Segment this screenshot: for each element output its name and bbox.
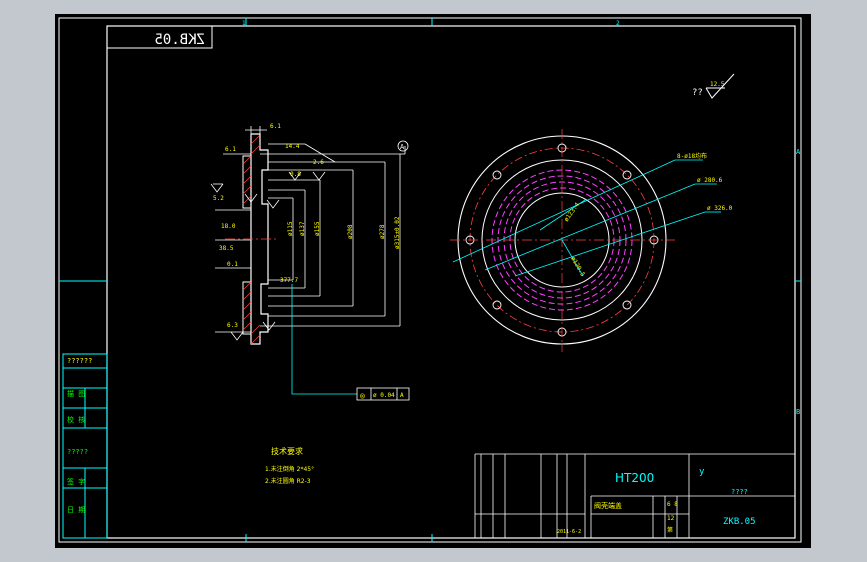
dim-dia2: ø137 — [299, 221, 306, 236]
dim-d6: 18.0 — [221, 223, 236, 230]
engineering-drawing: 1 2 A B ZKB.05 ?????? 描 图 校 核 ????? 签 字 … — [58, 17, 802, 543]
material-field: HT200 — [615, 471, 654, 485]
datum-marker: A — [400, 143, 405, 151]
tech-req-item-2: 2.未注圆角 R2-3 — [265, 477, 311, 485]
sheet-label: 第 — [667, 526, 673, 534]
left-label-0: ?????? — [67, 357, 92, 365]
zone-number-2: 2 — [616, 20, 620, 27]
tolerance-value: ø 0.04 — [373, 392, 395, 399]
plan-view: 8-ø18均布 ø 280.6 ø 326.0 ø123.4 ø120.5 — [450, 129, 733, 352]
dim-d1: 6.1 — [225, 146, 236, 153]
callout-a: ø 280.6 — [697, 177, 723, 184]
tech-req-heading: 技术要求 — [271, 446, 303, 456]
section-view: ø115 ø137 ø155 ø208 ø278 ø315±0.02 6.1 6… — [210, 123, 410, 401]
roughness-placeholder: ?? — [692, 88, 703, 98]
tolerance-datum: A — [400, 392, 404, 399]
date-field: 2011-6-2 — [557, 529, 581, 535]
inner-dim-b: ø120.5 — [569, 256, 586, 279]
zone-number-1: 1 — [242, 20, 246, 27]
y-label: y — [699, 467, 705, 477]
dim-dia4: ø208 — [347, 224, 354, 239]
dim-d3: 2.6 — [313, 159, 324, 166]
drawing-number: ZKB.05 — [723, 517, 756, 527]
dim-d7: 38.5 — [219, 245, 234, 252]
mirrored-drawing-number: ZKB.05 — [154, 32, 205, 48]
dim-d5: 5.2 — [213, 195, 224, 202]
dim-d10: 6.3 — [227, 322, 238, 329]
callout-circle: 8-ø18均布 — [677, 152, 707, 160]
outer-border — [58, 17, 802, 543]
dim-dia6: ø315±0.02 — [394, 216, 401, 249]
zone-letter-a: A — [796, 148, 801, 156]
part-name: 阀壳端盖 — [594, 501, 622, 510]
callout-b: ø 326.0 — [707, 205, 733, 212]
dim-d8: 0.1 — [227, 261, 238, 268]
dim-dia1: ø115 — [287, 221, 294, 236]
inner-dim-a: ø123.4 — [563, 201, 581, 223]
tolerance-symbol: ◎ — [360, 391, 365, 400]
dim-d2: 14.4 — [285, 143, 300, 150]
left-label-1: 描 图 — [67, 389, 85, 398]
scale-digits: 6 8 — [667, 501, 678, 508]
dim-dia3: ø155 — [314, 221, 321, 236]
inner-border — [106, 25, 796, 539]
zone-ticks — [59, 18, 801, 542]
dim-d9: 377.7 — [280, 277, 298, 284]
tech-req-item-1: 1.未注倒角 2*45° — [265, 465, 314, 473]
left-label-3: ????? — [67, 448, 88, 456]
zone-letter-b: B — [796, 408, 800, 416]
left-label-4: 签 字 — [67, 477, 85, 486]
sheet-total: 12 — [667, 515, 675, 522]
dim-dia5: ø278 — [379, 224, 386, 239]
dim-d0: 6.1 — [270, 123, 281, 130]
left-label-2: 校 核 — [67, 415, 85, 424]
company-placeholder: ???? — [731, 488, 748, 496]
roughness-value: 12.5 — [710, 81, 725, 88]
cad-viewport[interactable]: 1 2 A B ZKB.05 ?????? 描 图 校 核 ????? 签 字 … — [55, 14, 811, 548]
left-label-5: 日 期 — [67, 506, 85, 514]
